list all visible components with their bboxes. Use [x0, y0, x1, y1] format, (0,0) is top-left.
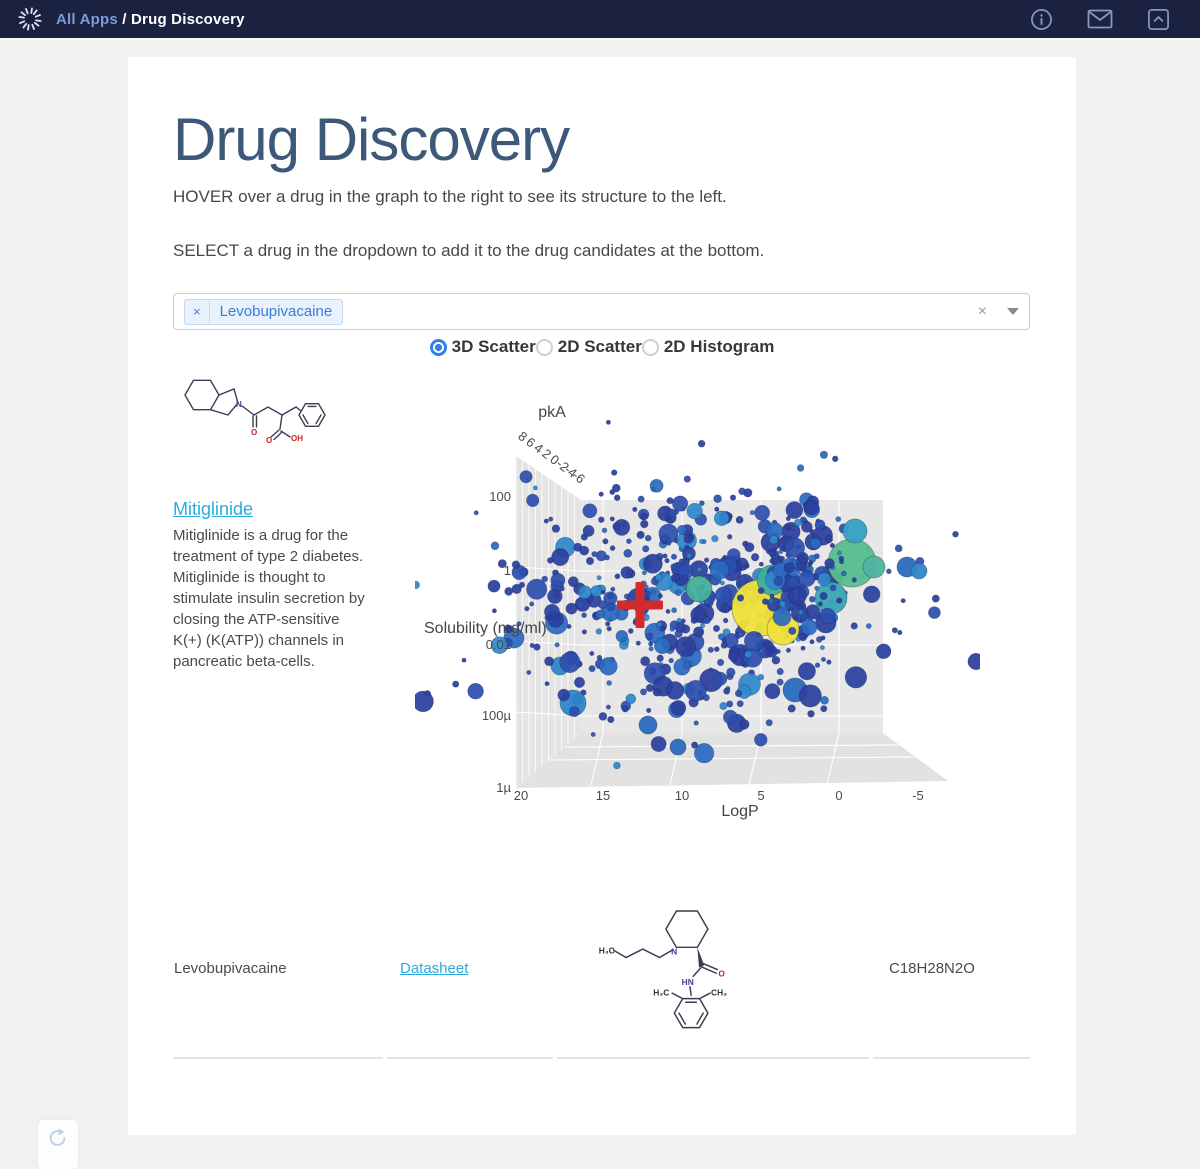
breadcrumb-all-apps-link[interactable]: All Apps: [56, 11, 118, 28]
selected-drug-chip: × Levobupivacaine: [184, 298, 344, 325]
candidate-name-cell: Levobupivacaine: [173, 879, 383, 1059]
pka-axis-title: pkA: [538, 404, 566, 421]
loading-indicator: [38, 1120, 78, 1169]
atom-label: N: [236, 400, 242, 409]
svg-text:15: 15: [596, 788, 610, 803]
logp-axis-title: LogP: [721, 803, 758, 820]
scatter3d-plot[interactable]: 20 15 10 5 0 -510010.01100µ1µ86420-2-4-6 pkA …: [415, 395, 980, 830]
svg-text:10: 10: [675, 788, 689, 803]
radio-dot-icon: [535, 338, 553, 356]
atom-label: N: [671, 946, 677, 956]
radio-2d-histogram[interactable]: 2D Histogram: [641, 337, 774, 357]
drug-candidates-table: Levobupivacaine Datasheet H₃C N O HN H₃C…: [173, 879, 1030, 1059]
atom-label: H₃C: [653, 987, 669, 997]
svg-text:20: 20: [514, 788, 528, 803]
mail-icon[interactable]: [1087, 8, 1113, 30]
chip-remove-icon[interactable]: ×: [185, 299, 210, 324]
instruction-select: SELECT a drug in the dropdown to add it …: [173, 241, 765, 260]
refresh-spinner-icon: [49, 1128, 66, 1146]
candidate-structure-image: H₃C N O HN H₃C CH₃: [599, 910, 727, 1029]
candidate-datasheet-cell: Datasheet: [387, 879, 553, 1059]
plot-floor-pane: [516, 733, 948, 788]
hovered-drug-name-link[interactable]: Mitiglinide: [173, 499, 253, 520]
atom-label: HN: [682, 977, 694, 987]
candidate-structure-cell: H₃C N O HN H₃C CH₃: [557, 879, 869, 1059]
svg-text:100µ: 100µ: [482, 708, 512, 723]
instruction-hover: HOVER over a drug in the graph to the ri…: [173, 187, 727, 206]
svg-text:1: 1: [504, 563, 511, 578]
drug-select-dropdown[interactable]: × Levobupivacaine ×: [173, 293, 1030, 330]
atom-label: CH₃: [711, 987, 727, 997]
collapse-panel-icon[interactable]: [1147, 8, 1170, 31]
atom-label: O: [718, 968, 725, 978]
datasheet-link[interactable]: Datasheet: [400, 960, 468, 977]
atom-label: O: [251, 428, 257, 437]
app-logo-spinner-icon: [18, 7, 42, 31]
svg-text:1µ: 1µ: [496, 780, 511, 795]
svg-text:5: 5: [757, 788, 764, 803]
svg-text:0.01: 0.01: [486, 637, 511, 652]
main-card: Drug Discovery HOVER over a drug in the …: [128, 57, 1076, 1135]
radio-3d-scatter[interactable]: 3D Scatter: [429, 337, 536, 357]
atom-label: H₃C: [599, 945, 615, 955]
solubility-axis-title: Solubility (mg/ml): [424, 620, 547, 637]
svg-text:-5: -5: [912, 788, 924, 803]
candidate-formula-cell: C18H28N2O: [873, 879, 1030, 1059]
info-icon[interactable]: [1030, 8, 1053, 31]
dropdown-clear-icon[interactable]: ×: [978, 303, 987, 320]
atom-label: OH: [291, 434, 303, 443]
hovered-drug-structure-image: N O O OH: [184, 379, 326, 445]
atom-label: O: [266, 436, 272, 445]
svg-text:100: 100: [489, 489, 511, 504]
hovered-drug-description: Mitiglinide is a drug for the treatment …: [173, 527, 365, 670]
breadcrumb-current-page: Drug Discovery: [131, 10, 245, 28]
navbar: All Apps / Drug Discovery: [0, 0, 1200, 40]
radio-dot-icon: [641, 338, 659, 356]
breadcrumb: All Apps / Drug Discovery: [56, 10, 245, 28]
chip-label: Levobupivacaine: [219, 303, 333, 320]
page-title: Drug Discovery: [173, 106, 570, 173]
radio-2d-scatter[interactable]: 2D Scatter: [535, 337, 642, 357]
radio-dot-selected-icon: [429, 338, 447, 356]
chevron-down-icon[interactable]: [1007, 308, 1019, 315]
svg-text:0: 0: [835, 788, 842, 803]
chart-type-radio-group: 3D Scatter 2D Scatter 2D Histogram: [128, 337, 1076, 357]
